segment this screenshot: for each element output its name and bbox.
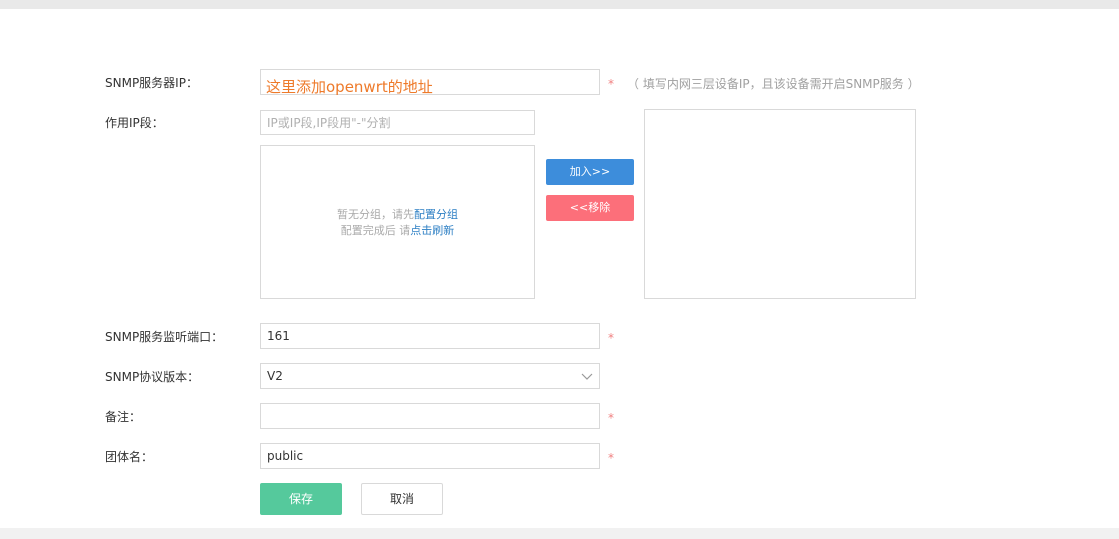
remark-label: 备注： (105, 410, 142, 424)
snmp-port-required-mark: * (608, 331, 614, 345)
community-input[interactable]: public (260, 443, 600, 469)
save-button[interactable]: 保存 (260, 483, 342, 515)
empty-text-line-1: 暂无分组，请先 (337, 208, 414, 221)
community-required-mark: * (608, 451, 614, 465)
snmp-server-ip-annotation: 这里添加openwrt的地址 (266, 78, 433, 96)
group-list-box[interactable]: 暂无分组，请先配置分组 配置完成后 请点击刷新 (260, 145, 535, 299)
remark-required-mark: * (608, 411, 614, 425)
snmp-server-ip-label: SNMP服务器IP： (105, 76, 198, 90)
snmp-version-value: V2 (267, 369, 283, 383)
configure-group-link[interactable]: 配置分组 (414, 208, 458, 221)
remark-input[interactable] (260, 403, 600, 429)
snmp-port-input[interactable]: 161 (260, 323, 600, 349)
snmp-server-ip-required-mark: * (608, 77, 614, 91)
selected-list-box[interactable] (644, 109, 916, 299)
ip-range-label: 作用IP段： (105, 116, 164, 130)
group-empty-message: 暂无分组，请先配置分组 配置完成后 请点击刷新 (261, 207, 534, 239)
snmp-version-select[interactable]: V2 (260, 363, 600, 389)
snmp-version-label: SNMP协议版本： (105, 370, 200, 384)
snmp-server-ip-hint: （ 填写内网三层设备IP，且该设备需开启SNMP服务 ） (627, 77, 920, 91)
ip-range-input[interactable]: IP或IP段,IP段用"-"分割 (260, 110, 535, 135)
empty-text-line-2: 配置完成后 请 (340, 224, 411, 237)
snmp-port-label: SNMP服务监听端口： (105, 330, 224, 344)
chevron-down-icon (581, 373, 593, 380)
bottom-bar (0, 528, 1119, 539)
refresh-link[interactable]: 点击刷新 (410, 224, 454, 237)
add-button[interactable]: 加入>> (546, 159, 634, 185)
remove-button[interactable]: <<移除 (546, 195, 634, 221)
community-label: 团体名： (105, 450, 154, 464)
cancel-button[interactable]: 取消 (361, 483, 443, 515)
top-bar (0, 0, 1119, 9)
